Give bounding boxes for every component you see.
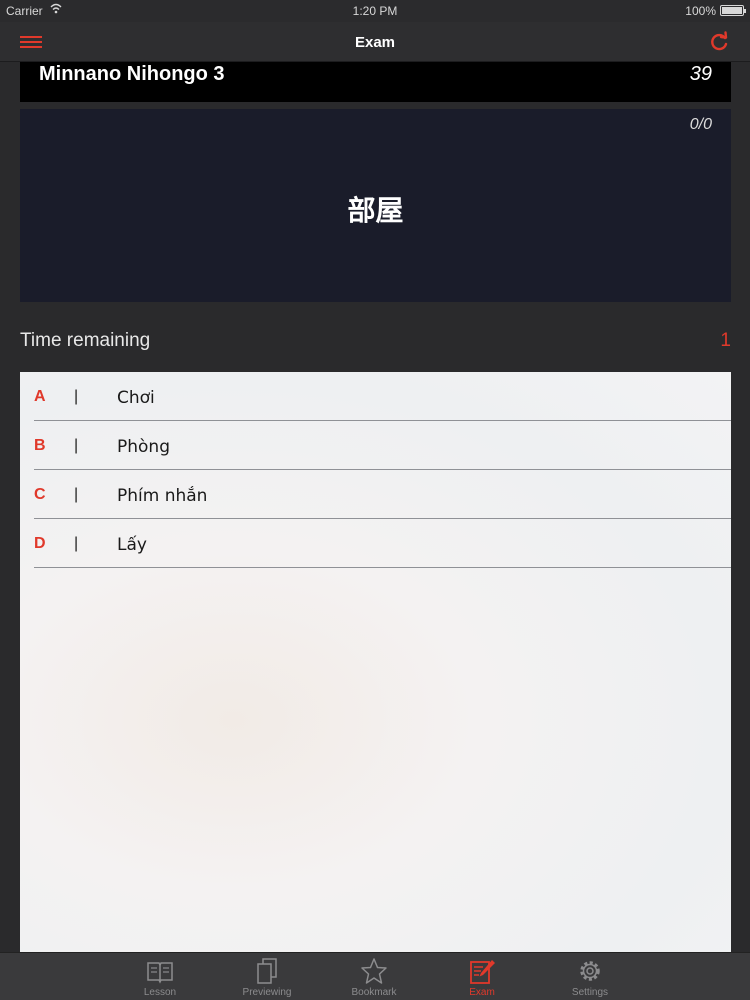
lesson-name: Minnano Nihongo 3	[39, 63, 225, 85]
pages-icon	[257, 958, 277, 984]
answer-option-a[interactable]: A | Chơi	[34, 372, 731, 421]
answer-text: Phím nhắn	[117, 486, 208, 506]
tab-label: Exam	[469, 987, 495, 998]
answer-option-c[interactable]: C | Phím nhắn	[34, 470, 731, 519]
tab-previewing[interactable]: Previewing	[222, 953, 312, 1000]
time-remaining-row: Time remaining 1	[20, 327, 731, 355]
battery-percent: 100%	[685, 4, 716, 18]
tab-label: Previewing	[242, 987, 292, 998]
answer-option-d[interactable]: D | Lấy	[34, 519, 731, 568]
lesson-header: Minnano Nihongo 3 39	[20, 62, 731, 102]
answer-text: Phòng	[117, 437, 170, 457]
answer-separator: |	[74, 388, 79, 405]
tab-bookmark[interactable]: Bookmark	[329, 953, 419, 1000]
book-icon	[147, 962, 173, 984]
refresh-icon[interactable]	[708, 31, 730, 53]
answer-separator: |	[74, 535, 79, 552]
question-word: 部屋	[347, 194, 404, 227]
answer-letter: D	[34, 535, 46, 552]
answer-letter: A	[34, 388, 46, 405]
tab-label: Bookmark	[351, 987, 397, 998]
question-card: 0/0 部屋	[20, 109, 731, 302]
tab-lesson[interactable]: Lesson	[115, 953, 205, 1000]
tab-label: Settings	[571, 987, 609, 998]
exam-icon	[470, 960, 495, 984]
tab-settings[interactable]: Settings	[545, 953, 635, 1000]
star-icon	[361, 958, 387, 984]
page-title: Exam	[354, 34, 396, 51]
answer-separator: |	[74, 437, 79, 454]
answers-panel: A | Chơi B | Phòng C | Phím nhắn D | Lấy	[20, 372, 731, 952]
tab-bar: Lesson Previewing Bookmark Exam Settings	[0, 952, 750, 1000]
tab-label: Lesson	[143, 987, 177, 998]
navigation-bar: Exam	[0, 22, 750, 62]
lesson-count: 39	[689, 63, 712, 85]
answer-option-b[interactable]: B | Phòng	[34, 421, 731, 470]
status-bar: Carrier 1:20 PM 100%	[0, 0, 750, 22]
answer-separator: |	[74, 486, 79, 503]
answer-letter: B	[34, 437, 46, 454]
answer-text: Lấy	[117, 535, 147, 555]
gear-icon	[580, 961, 600, 981]
answer-text: Chơi	[117, 388, 155, 408]
question-progress: 0/0	[689, 116, 712, 133]
battery-icon	[720, 5, 746, 16]
time-remaining-label: Time remaining	[20, 330, 151, 351]
time-remaining-value: 1	[720, 330, 731, 351]
answer-letter: C	[34, 486, 46, 503]
status-time: 1:20 PM	[352, 4, 398, 18]
tab-exam[interactable]: Exam	[437, 953, 527, 1000]
